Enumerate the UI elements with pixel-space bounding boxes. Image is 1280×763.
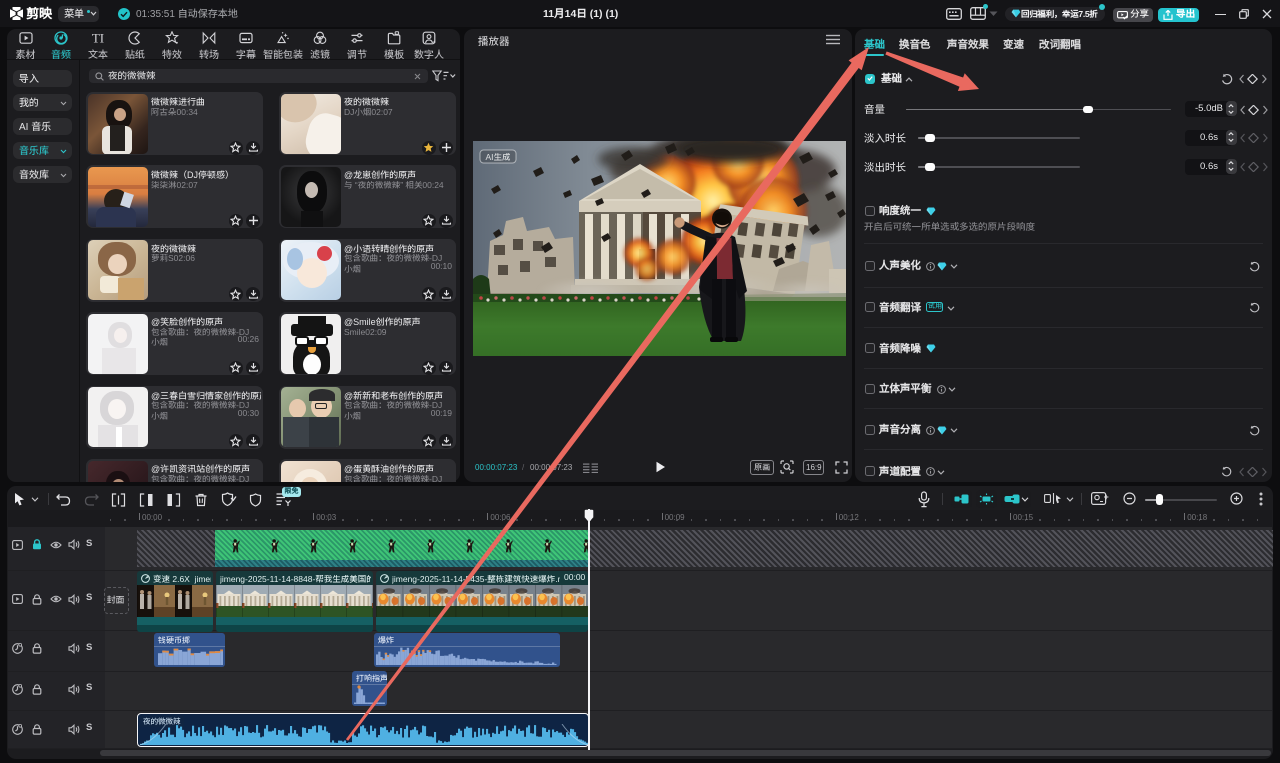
svg-text:TI: TI xyxy=(92,31,104,45)
svg-text:AI生成: AI生成 xyxy=(485,152,511,162)
